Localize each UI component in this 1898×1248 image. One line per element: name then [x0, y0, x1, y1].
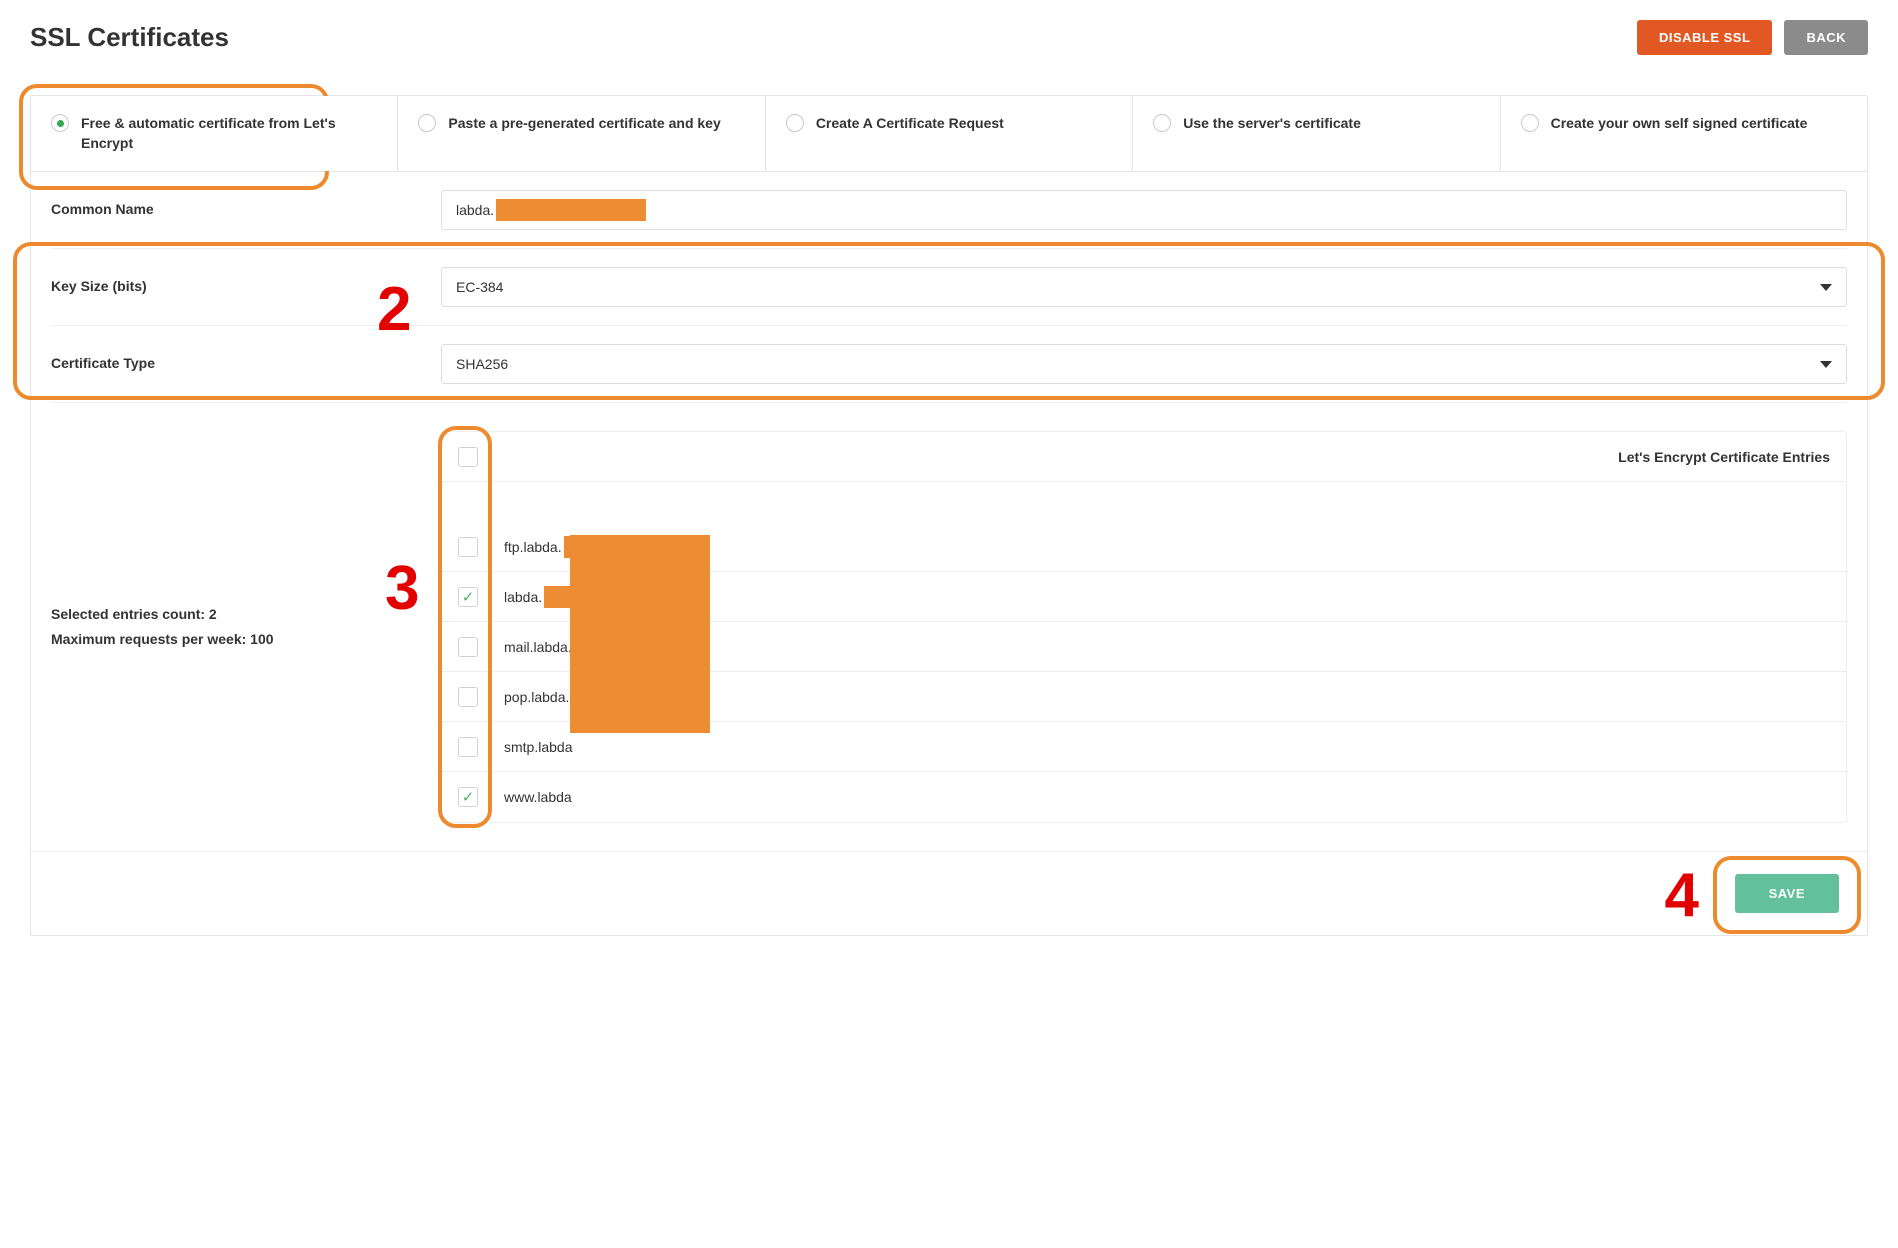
select-all-checkbox[interactable]: [458, 447, 478, 467]
entry-row: ✓ www.labda: [442, 772, 1846, 822]
cert-type-value: SHA256: [456, 356, 508, 372]
tab-create-csr[interactable]: Create A Certificate Request: [766, 96, 1133, 171]
row-cert-type: Certificate Type SHA256: [51, 326, 1847, 403]
redaction-mask: [496, 199, 646, 221]
tab-lets-encrypt[interactable]: Free & automatic certificate from Let's …: [31, 96, 398, 171]
entry-checkbox[interactable]: ✓: [458, 587, 478, 607]
entry-checkbox[interactable]: [458, 687, 478, 707]
radio-icon: [51, 114, 69, 132]
radio-icon: [786, 114, 804, 132]
form-footer: 4 SAVE: [31, 851, 1867, 935]
save-button[interactable]: SAVE: [1735, 874, 1839, 913]
back-button[interactable]: BACK: [1784, 20, 1868, 55]
tab-self-signed[interactable]: Create your own self signed certificate: [1501, 96, 1867, 171]
tab-label: Create your own self signed certificate: [1551, 114, 1808, 134]
max-requests: Maximum requests per week: 100: [51, 630, 441, 650]
entry-checkbox[interactable]: ✓: [458, 787, 478, 807]
key-size-value: EC-384: [456, 279, 503, 295]
chevron-down-icon: [1820, 284, 1832, 291]
row-common-name: Common Name labda.: [51, 172, 1847, 249]
entry-domain: mail.labda.: [504, 639, 572, 655]
radio-icon: [1153, 114, 1171, 132]
cert-type-select[interactable]: SHA256: [441, 344, 1847, 384]
disable-ssl-button[interactable]: DISABLE SSL: [1637, 20, 1772, 55]
entries-header-label: Let's Encrypt Certificate Entries: [1618, 449, 1830, 465]
row-entries: Selected entries count: 2 Maximum reques…: [51, 403, 1847, 851]
selected-count: Selected entries count: 2: [51, 605, 441, 625]
entries-side-info: Selected entries count: 2 Maximum reques…: [51, 431, 441, 823]
entry-checkbox[interactable]: [458, 537, 478, 557]
redaction-mask: [564, 536, 692, 558]
entries-header-row: Let's Encrypt Certificate Entries: [442, 432, 1846, 482]
tab-label: Create A Certificate Request: [816, 114, 1004, 134]
entry-domain: ftp.labda.: [504, 539, 562, 555]
ssl-form-container: 1 Free & automatic certificate from Let'…: [30, 95, 1868, 936]
chevron-down-icon: [1820, 361, 1832, 368]
radio-icon: [418, 114, 436, 132]
tab-server-cert[interactable]: Use the server's certificate: [1133, 96, 1500, 171]
annotation-number-4: 4: [1665, 860, 1699, 931]
entry-checkbox[interactable]: [458, 737, 478, 757]
tab-label: Paste a pre-generated certificate and ke…: [448, 114, 720, 134]
entry-domain: labda.: [504, 589, 542, 605]
tab-paste-cert[interactable]: Paste a pre-generated certificate and ke…: [398, 96, 765, 171]
entry-domain: smtp.labda: [504, 739, 572, 755]
entry-domain: pop.labda.: [504, 689, 569, 705]
entry-row: smtp.labda: [442, 722, 1846, 772]
redaction-mask: [544, 586, 702, 608]
header-buttons: DISABLE SSL BACK: [1637, 20, 1868, 55]
entry-row: ✓ labda.: [442, 572, 1846, 622]
form-section: Common Name labda. 2 Key Size (bits) EC-…: [31, 172, 1867, 851]
entry-row: ftp.labda.: [442, 522, 1846, 572]
radio-icon: [1521, 114, 1539, 132]
entry-row: mail.labda.: [442, 622, 1846, 672]
entry-checkbox[interactable]: [458, 637, 478, 657]
page-title: SSL Certificates: [30, 22, 229, 53]
key-size-label: Key Size (bits): [51, 277, 441, 297]
cert-mode-tabs: Free & automatic certificate from Let's …: [31, 96, 1867, 172]
tab-label: Use the server's certificate: [1183, 114, 1361, 134]
common-name-label: Common Name: [51, 200, 441, 220]
row-key-size: Key Size (bits) EC-384: [51, 249, 1847, 326]
entry-domain: www.labda: [504, 789, 572, 805]
tab-label: Free & automatic certificate from Let's …: [81, 114, 377, 153]
entry-row: pop.labda.: [442, 672, 1846, 722]
page-header: SSL Certificates DISABLE SSL BACK: [30, 20, 1868, 55]
entries-table: Let's Encrypt Certificate Entries ftp.la…: [441, 431, 1847, 823]
key-size-select[interactable]: EC-384: [441, 267, 1847, 307]
common-name-value: labda.: [456, 202, 494, 218]
common-name-input[interactable]: labda.: [441, 190, 1847, 230]
cert-type-label: Certificate Type: [51, 354, 441, 374]
